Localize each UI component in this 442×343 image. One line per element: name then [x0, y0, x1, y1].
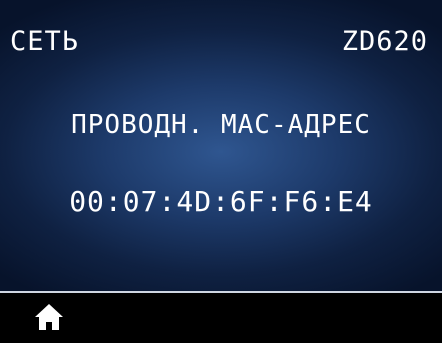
printer-display: СЕТЬ ZD620 ПРОВОДН. MAC-АДРЕС 00:07:4D:6…	[0, 0, 442, 343]
footer-bar	[0, 293, 442, 343]
printer-model: ZD620	[341, 26, 428, 57]
home-icon	[35, 304, 63, 330]
display-panel: СЕТЬ ZD620 ПРОВОДН. MAC-АДРЕС 00:07:4D:6…	[0, 0, 442, 292]
menu-title: СЕТЬ	[10, 26, 80, 57]
setting-label: ПРОВОДН. MAC-АДРЕС	[71, 110, 371, 140]
setting-value: 00:07:4D:6F:F6:E4	[69, 185, 373, 218]
home-button[interactable]	[34, 303, 64, 331]
